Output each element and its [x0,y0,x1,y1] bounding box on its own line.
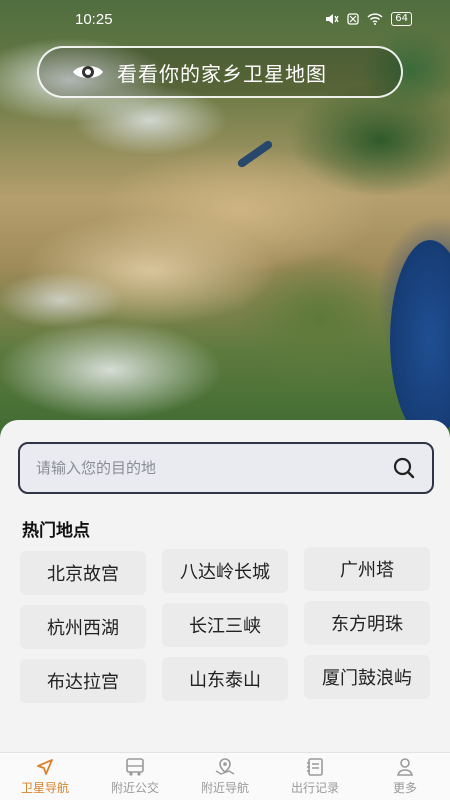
bottom-sheet: 热门地点 北京故宫 八达岭长城 广州塔 杭州西湖 长江三峡 东方明珠 布达拉宫 … [0,420,450,800]
hot-place-chip[interactable]: 杭州西湖 [20,605,146,649]
status-bar: 10:25 64 [0,0,450,38]
search-box[interactable] [18,442,434,494]
nav-nearby-navigation[interactable]: 附近导航 [180,753,270,800]
nav-nearby-bus[interactable]: 附近公交 [90,753,180,800]
record-book-icon [305,757,325,777]
battery-indicator: 64 [391,12,412,26]
mute-icon [326,14,339,24]
navigation-arrow-icon [35,757,55,777]
bus-icon [124,757,146,777]
sea-area [390,240,450,440]
hot-place-chip[interactable]: 北京故宫 [20,551,146,595]
hot-place-chip[interactable]: 布达拉宫 [20,659,146,703]
search-icon[interactable] [392,456,416,480]
hometown-satellite-banner[interactable]: 看看你的家乡卫星地图 [37,46,403,98]
hot-place-chip[interactable]: 长江三峡 [162,603,288,647]
status-icons: 64 [325,12,412,26]
nav-more[interactable]: 更多 [360,753,450,800]
nav-label: 附近公交 [110,781,159,795]
sim-icon [347,13,359,25]
banner-text: 看看你的家乡卫星地图 [117,61,327,86]
person-icon [395,757,415,777]
nav-satellite-navigation[interactable]: 卫星导航 [0,753,90,800]
eye-icon [73,66,103,78]
hot-places-title: 热门地点 [22,521,90,541]
nav-label: 附近导航 [200,781,249,795]
hot-place-chip[interactable]: 广州塔 [304,547,430,591]
hot-place-chip[interactable]: 山东泰山 [162,657,288,701]
search-input[interactable] [36,459,392,477]
nav-travel-records[interactable]: 出行记录 [270,753,360,800]
hot-place-chip[interactable]: 八达岭长城 [162,549,288,593]
hot-place-chip[interactable]: 东方明珠 [304,601,430,645]
hot-place-chip[interactable]: 厦门鼓浪屿 [304,655,430,699]
status-time: 10:25 [75,10,113,28]
nav-label: 更多 [392,781,417,795]
lake-area [236,139,274,169]
bottom-nav: 卫星导航 附近公交 附近导航 出行记录 更多 [0,752,450,800]
nav-label: 出行记录 [290,781,339,795]
nav-label: 卫星导航 [20,781,69,795]
map-pin-icon [214,757,236,777]
wifi-icon [367,13,383,25]
